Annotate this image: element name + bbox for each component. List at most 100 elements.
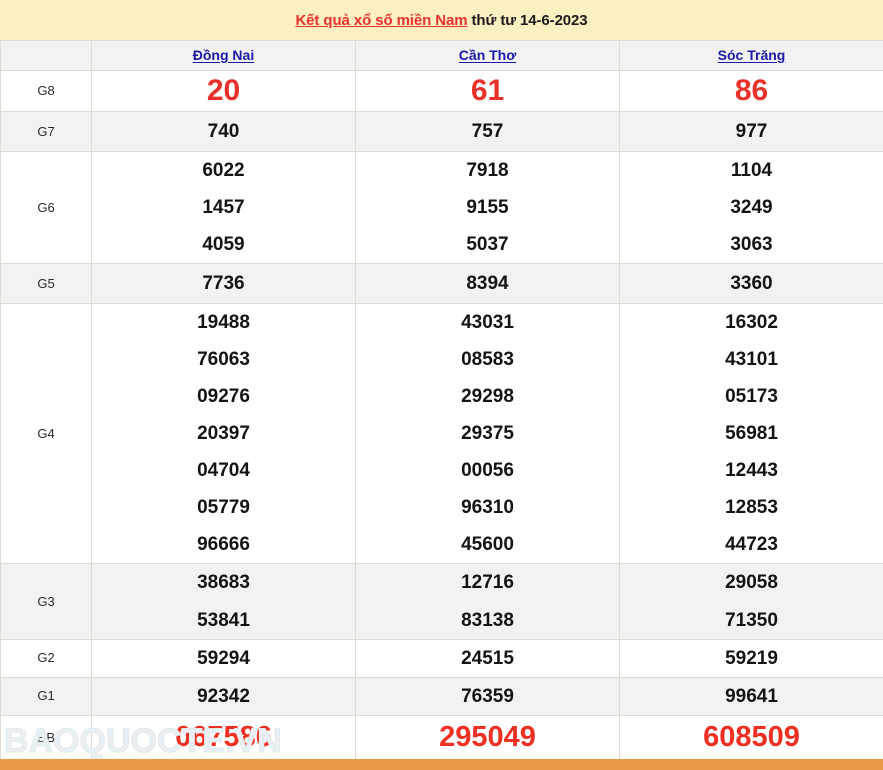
page-title: Kết quả xổ số miền Nam thứ tư 14-6-2023 (295, 12, 587, 29)
prize-number: 45600 (461, 534, 514, 556)
prize-cell-g8-soc-trang: 86 (619, 70, 883, 112)
prize-label-g6: G6 (0, 150, 92, 265)
prize-row-g4: G4 19488 76063 09276 20397 04704 05779 96666 430… (0, 303, 883, 565)
province-label-dong-nai[interactable]: Đồng Nai (193, 47, 254, 63)
prize-cell-db-can-tho: 295049 (355, 714, 620, 762)
prize-number: 20 (206, 74, 241, 108)
prize-number: 3063 (730, 234, 773, 256)
prize-label-g1: G1 (0, 676, 92, 716)
prize-number: 56981 (725, 423, 778, 445)
prize-cell-g5-dong-nai: 7736 (91, 263, 356, 305)
prize-number: 12853 (725, 497, 778, 519)
prize-number: 44723 (725, 534, 778, 556)
page-title-highlight: Kết quả xổ số miền Nam (295, 11, 468, 29)
header-province-can-tho: Cần Thơ (355, 40, 620, 71)
prize-number: 76359 (461, 685, 514, 707)
prize-cell-g4-dong-nai: 19488 76063 09276 20397 04704 05779 96666 (91, 303, 356, 565)
prize-number: 83138 (461, 609, 514, 631)
prize-label-g3: G3 (0, 563, 92, 640)
prize-number: 59294 (197, 647, 250, 669)
prize-number: 08583 (461, 349, 514, 371)
prize-number: 24515 (461, 647, 514, 669)
prize-number: 05779 (197, 497, 250, 519)
prize-number: 4059 (202, 234, 245, 256)
prize-label-g5: G5 (0, 263, 92, 305)
prize-number: 96666 (197, 534, 250, 556)
prize-number: 38683 (197, 572, 250, 594)
prize-label-text: G4 (37, 425, 55, 441)
prize-cell-g2-soc-trang: 59219 (619, 638, 883, 678)
prize-cell-g5-can-tho: 8394 (355, 263, 620, 305)
table-header-row: Đồng Nai Cần Thơ Sóc Trăng (0, 40, 883, 71)
prize-number: 8394 (466, 273, 509, 295)
prize-label-text: G2 (37, 650, 55, 666)
prize-row-db: ĐB 067586 295049 608509 (0, 714, 883, 762)
prize-number: 7736 (202, 273, 245, 295)
prize-label-text: G3 (37, 593, 55, 609)
prize-row-g6: G6 6022 1457 4059 7918 9155 5037 1104 3249 3063 (0, 150, 883, 265)
prize-number: 96310 (461, 497, 514, 519)
prize-number: 92342 (197, 685, 250, 707)
page-title-date: thứ tư 14-6-2023 (467, 11, 588, 29)
prize-cell-g3-dong-nai: 38683 53841 (91, 563, 356, 640)
prize-number: 19488 (197, 312, 250, 334)
prize-number: 20397 (197, 423, 250, 445)
prize-label-text: G7 (37, 123, 55, 139)
prize-cell-g4-can-tho: 43031 08583 29298 29375 00056 96310 45600 (355, 303, 620, 565)
prize-cell-g3-can-tho: 12716 83138 (355, 563, 620, 640)
prize-number: 00056 (461, 460, 514, 482)
prize-cell-g1-dong-nai: 92342 (91, 676, 356, 716)
prize-number: 1457 (202, 197, 245, 219)
prize-cell-g1-soc-trang: 99641 (619, 676, 883, 716)
prize-number: 05173 (725, 386, 778, 408)
prize-number: 71350 (725, 609, 778, 631)
prize-label-g7: G7 (0, 111, 92, 152)
prize-cell-db-soc-trang: 608509 (619, 714, 883, 762)
prize-number: 740 (207, 120, 240, 142)
prize-cell-g7-dong-nai: 740 (91, 111, 356, 152)
prize-number: 86 (734, 74, 769, 108)
province-label-can-tho[interactable]: Cần Thơ (459, 47, 516, 63)
prize-number: 29298 (461, 386, 514, 408)
prize-cell-g5-soc-trang: 3360 (619, 263, 883, 305)
prize-number: 29058 (725, 572, 778, 594)
prize-number: 04704 (197, 460, 250, 482)
header-province-soc-trang: Sóc Trăng (619, 40, 883, 71)
prize-row-g8: G8 20 61 86 (0, 70, 883, 112)
table-header: Đồng Nai Cần Thơ Sóc Trăng (0, 40, 883, 71)
lottery-results-table: Đồng Nai Cần Thơ Sóc Trăng G8 20 61 86 G7 740… (0, 40, 883, 762)
province-label-soc-trang[interactable]: Sóc Trăng (718, 47, 786, 63)
prize-row-g1: G1 92342 76359 99641 (0, 676, 883, 716)
prize-number: 5037 (466, 234, 509, 256)
prize-number: 3360 (730, 273, 773, 295)
header-corner-cell (0, 40, 92, 71)
prize-number: 76063 (197, 349, 250, 371)
prize-label-text: G6 (37, 199, 55, 215)
prize-number: 757 (471, 120, 504, 142)
prize-cell-g2-can-tho: 24515 (355, 638, 620, 678)
prize-number: 12716 (461, 572, 514, 594)
prize-label-g8: G8 (0, 70, 92, 112)
prize-number: 29375 (461, 423, 514, 445)
prize-cell-g8-dong-nai: 20 (91, 70, 356, 112)
prize-number: 067586 (175, 721, 272, 754)
prize-number: 9155 (466, 197, 509, 219)
prize-cell-g6-soc-trang: 1104 3249 3063 (619, 150, 883, 265)
prize-label-g4: G4 (0, 303, 92, 565)
prize-number: 7918 (466, 160, 509, 181)
prize-number: 16302 (725, 312, 778, 334)
table-body: G8 20 61 86 G7 740 757 977 G6 6022 1457 4059 7918 915… (0, 70, 883, 762)
prize-label-text: G5 (37, 275, 55, 291)
bottom-orange-bar (0, 759, 883, 770)
prize-number: 3249 (730, 197, 773, 219)
prize-cell-g8-can-tho: 61 (355, 70, 620, 112)
prize-number: 12443 (725, 460, 778, 482)
prize-cell-g6-dong-nai: 6022 1457 4059 (91, 150, 356, 265)
prize-cell-g3-soc-trang: 29058 71350 (619, 563, 883, 640)
prize-label-db: ĐB (0, 714, 92, 762)
prize-cell-g7-soc-trang: 977 (619, 111, 883, 152)
prize-number: 53841 (197, 609, 250, 631)
prize-row-g7: G7 740 757 977 (0, 111, 883, 152)
prize-number: 09276 (197, 386, 250, 408)
prize-cell-g2-dong-nai: 59294 (91, 638, 356, 678)
